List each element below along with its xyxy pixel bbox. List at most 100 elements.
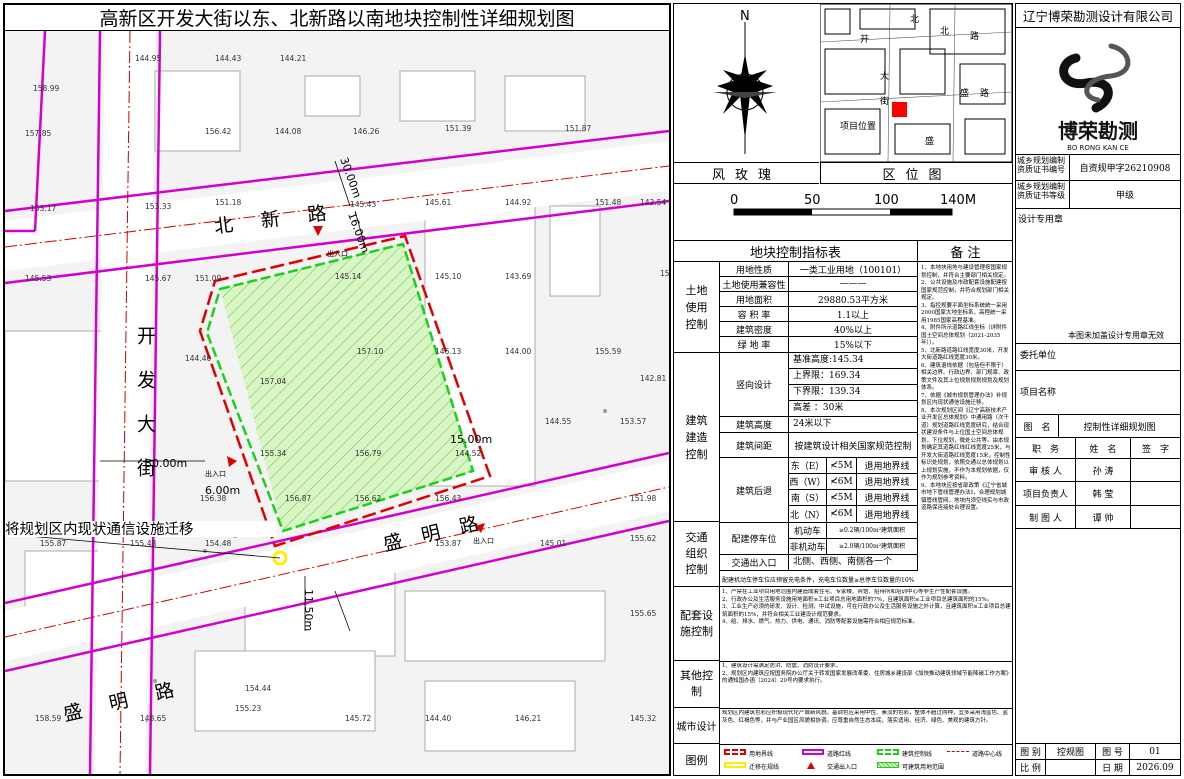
table-row: 非机动车 ≥2.0辆/100m²建筑面积: [789, 539, 917, 554]
vertical-design-label: 竖向设计: [720, 353, 789, 416]
svg-text:144.55: 144.55: [545, 417, 571, 426]
svg-text:北: 北: [910, 14, 919, 25]
relocation-annotation: 将规划区内现状通信设施迁移: [5, 521, 194, 538]
svg-text:144.40: 144.40: [185, 354, 211, 363]
map-title: 高新区开发大街以东、北新路以南地块控制性详细规划图: [5, 5, 669, 31]
svg-text:153.17: 153.17: [30, 204, 56, 213]
svg-text:0: 0: [730, 193, 738, 208]
project-value[interactable]: [1016, 371, 1180, 415]
svg-text:145.67: 145.67: [145, 274, 171, 283]
site-plan-map[interactable]: 158.99 144.95 144.43 144.21 157.85 156.4…: [5, 31, 669, 774]
svg-text:151.87: 151.87: [565, 124, 591, 133]
svg-text:路: 路: [980, 87, 989, 99]
svg-text:153.57: 153.57: [620, 417, 646, 426]
svg-text:156.43: 156.43: [435, 494, 461, 503]
signature-box[interactable]: [1131, 459, 1180, 481]
svg-text:144.43: 144.43: [215, 54, 241, 63]
table-row: 机动车 ≥0.2辆/100m²建筑面积: [789, 523, 917, 539]
width-c: 30.00m: [145, 457, 187, 470]
svg-text:145.43: 145.43: [350, 200, 376, 209]
road-label-west: 开发大街: [134, 326, 156, 502]
svg-text:BO RONG KAN CE: BO RONG KAN CE: [1067, 144, 1129, 152]
svg-text:156.79: 156.79: [355, 449, 381, 458]
group-traffic: 交通组织控制: [674, 522, 720, 587]
location-map[interactable]: 项目位置 开 北 大 盛 路 路 街 北 盛: [820, 4, 1012, 162]
svg-text:154.48: 154.48: [205, 539, 231, 548]
entrance-label: 出入口: [205, 469, 226, 478]
staff-header: 职 务 姓 名 签 字: [1016, 438, 1180, 459]
group-land-use: 土地使用控制: [674, 262, 720, 353]
svg-text:144.40: 144.40: [425, 714, 451, 723]
staff-row: 制 图 人 谭 帅: [1016, 506, 1180, 529]
svg-text:151.09: 151.09: [195, 274, 221, 283]
seal-note: 本图未加盖设计专用章无效: [1068, 331, 1164, 340]
width-f: 11.50m: [302, 589, 315, 631]
table-title: 地块控制指标表: [674, 240, 918, 262]
table-row: 西（W） ≮6M 退用地界线: [789, 474, 917, 490]
remarks-title: 备 注: [918, 240, 1013, 262]
table-row: 土地使用兼容性 ———: [720, 277, 918, 292]
section-urban-design: 城市设计: [674, 708, 720, 744]
svg-text:144.08: 144.08: [275, 127, 301, 136]
svg-text:项目位置: 项目位置: [840, 120, 876, 132]
svg-text:155.59: 155.59: [595, 347, 621, 356]
svg-text:博荣勘测: 博荣勘测: [1058, 119, 1138, 143]
staff-row: 项目负责人 韩 莹: [1016, 482, 1180, 506]
group-building: 建筑建造控制: [674, 353, 720, 522]
table-row: 建筑密度 40%以上: [720, 322, 918, 337]
svg-text:156.83: 156.83: [660, 269, 669, 278]
table-row: 建筑高度 24米以下: [720, 417, 918, 433]
svg-text:155.87: 155.87: [40, 539, 66, 548]
client-value[interactable]: [1016, 343, 1180, 371]
seal-label: 设计专用章: [1018, 215, 1064, 225]
facilities-text: 1、严禁在工业项目用地范围内建造成套住宅、专家楼、宾馆、招待所和培训中心等非生产…: [722, 589, 1011, 625]
signature-box[interactable]: [1131, 482, 1180, 505]
svg-text:146.21: 146.21: [515, 714, 541, 723]
svg-text:144.21: 144.21: [280, 54, 306, 63]
section-facilities: 配套设施控制: [674, 587, 720, 661]
license-number-label: 城乡规划编制资质证书编号: [1016, 155, 1070, 181]
svg-text:盛: 盛: [925, 135, 934, 147]
svg-text:155.23: 155.23: [235, 704, 261, 713]
license-grade-label: 城乡规划编制资质证书等级: [1016, 181, 1070, 209]
compass-label: 风玫瑰: [674, 162, 819, 184]
footer-row: 图 别 控规图 图 号 01: [1016, 744, 1180, 760]
compass-rose: N: [713, 9, 777, 154]
remarks-text: 1、本地块用地与建设管理按国家规划控制，并符合主要部门相关规定。 2、公共设施及市…: [921, 265, 1011, 511]
drawing-name-label: 图 名: [1016, 415, 1059, 438]
table-row: 用地性质 一类工业用地（100101）: [720, 262, 918, 277]
svg-text:140M: 140M: [940, 193, 976, 208]
drawing-name: 控制性详细规划图: [1059, 415, 1180, 438]
location-label: 区位图: [820, 162, 1013, 184]
staff-row: 审 核 人 孙 涛: [1016, 459, 1180, 482]
svg-text:151.39: 151.39: [445, 124, 471, 133]
other-text: 1、建筑设计需满足防洪、防震、消防设计要求。 2、规划区内建筑应按国务院办公厅关…: [722, 663, 1012, 684]
license-grade: 甲级: [1070, 181, 1180, 209]
svg-text:158.59: 158.59: [35, 714, 61, 723]
svg-text:盛: 盛: [960, 87, 969, 99]
svg-text:155.48: 155.48: [130, 539, 156, 548]
section-other: 其他控制: [674, 661, 720, 708]
svg-text:155.62: 155.62: [630, 534, 656, 543]
table-row: 建筑间距 按建筑设计相关国家规范控制: [720, 433, 918, 458]
svg-text:145.72: 145.72: [345, 714, 371, 723]
seal-area[interactable]: [1016, 225, 1180, 325]
signature-box[interactable]: [1131, 506, 1180, 528]
svg-text:北: 北: [940, 26, 949, 37]
table-row: 交通出入口 北侧、西侧、南侧各一个: [720, 555, 918, 571]
svg-text:大: 大: [880, 70, 889, 82]
svg-text:144.00: 144.00: [505, 347, 531, 356]
svg-text:157.85: 157.85: [25, 129, 51, 138]
entrance-label: 出入口: [473, 536, 494, 545]
svg-text:145.32: 145.32: [630, 714, 656, 723]
setback-label: 建筑后退: [720, 458, 789, 522]
svg-text:156.42: 156.42: [205, 127, 231, 136]
svg-text:151.98: 151.98: [630, 494, 656, 503]
license-number: 自资规甲字26210908: [1070, 155, 1180, 181]
company-logo: 博荣勘测 BO RONG KAN CE: [1058, 43, 1138, 152]
svg-text:154.44: 154.44: [245, 684, 271, 693]
urban-design-text: 规划区内建筑色彩应积极现代化产城新风貌。基调色应采用中性、素淡的色彩，整体不超过…: [722, 710, 1009, 724]
svg-text:145.01: 145.01: [540, 539, 566, 548]
svg-text:142.54: 142.54: [640, 198, 666, 207]
table-row: 绿 地 率 15%以下: [720, 337, 918, 353]
